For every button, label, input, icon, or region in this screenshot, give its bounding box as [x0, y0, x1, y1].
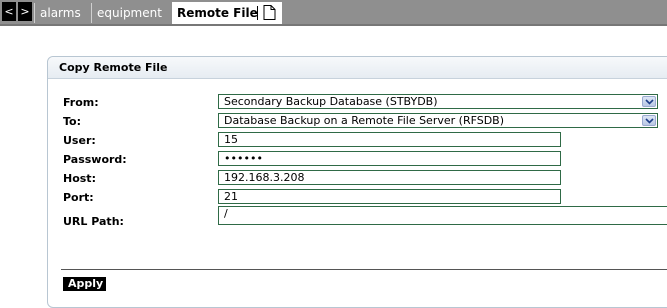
from-select[interactable]: Secondary Backup Database (STBYDB) — [218, 94, 658, 109]
password-label: Password: — [63, 153, 127, 166]
tab-equipment[interactable]: equipment — [91, 3, 171, 23]
url-path-input[interactable]: / — [218, 206, 667, 225]
host-label: Host: — [63, 172, 96, 185]
chevron-down-icon[interactable] — [642, 115, 656, 126]
to-select-value: Database Backup on a Remote File Server … — [224, 114, 505, 127]
chevron-down-icon[interactable] — [642, 96, 656, 107]
tab-scroll-left-button[interactable]: < — [2, 2, 16, 21]
tab-remote-file[interactable]: Remote File — [172, 2, 282, 24]
to-label: To: — [63, 115, 81, 128]
document-icon[interactable] — [263, 5, 276, 20]
from-select-value: Secondary Backup Database (STBYDB) — [224, 95, 438, 108]
apply-button[interactable]: Apply — [63, 277, 106, 291]
user-input[interactable]: 15 — [218, 132, 561, 147]
port-input[interactable]: 21 — [218, 189, 561, 204]
tab-alarms[interactable]: alarms — [34, 3, 90, 23]
tab-bar: < > alarms equipment Remote File — [0, 0, 667, 24]
tab-underline — [0, 24, 667, 26]
panel-title: Copy Remote File — [48, 57, 667, 79]
url-path-label: URL Path: — [63, 215, 124, 228]
tab-separator — [257, 6, 258, 20]
host-input[interactable]: 192.168.3.208 — [218, 170, 561, 185]
user-label: User: — [63, 134, 96, 147]
tab-remote-file-label: Remote File — [177, 6, 258, 20]
to-select[interactable]: Database Backup on a Remote File Server … — [218, 113, 658, 128]
port-label: Port: — [63, 191, 94, 204]
tab-scroll-right-button[interactable]: > — [18, 2, 32, 21]
from-label: From: — [63, 96, 99, 109]
form-divider — [61, 269, 667, 270]
password-input[interactable]: •••••• — [218, 151, 561, 166]
